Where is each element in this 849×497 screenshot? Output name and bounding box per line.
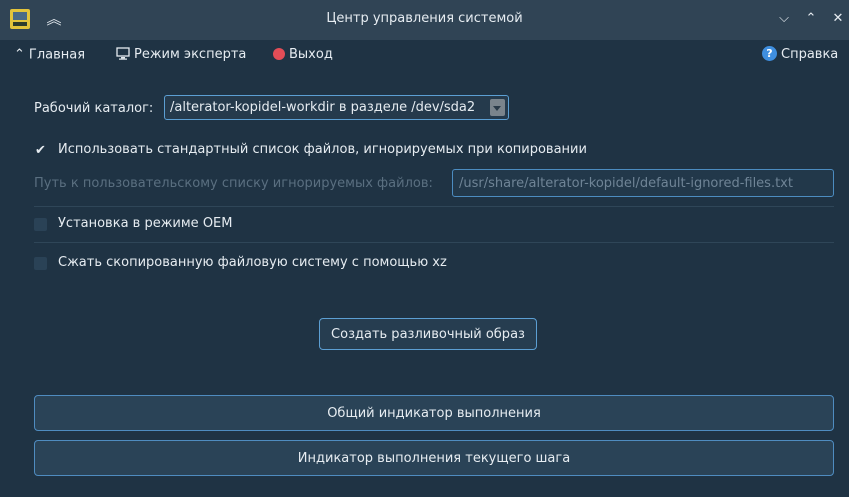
expert-mode-label: Режим эксперта — [134, 47, 247, 62]
custom-ignore-list-label: Путь к пользовательскому списку игнориру… — [34, 176, 433, 191]
total-progress-bar: Общий индикатор выполнения — [34, 395, 834, 431]
workdir-value: /alterator-kopidel-workdir в разделе /de… — [170, 100, 476, 115]
help-icon: ? — [762, 46, 777, 61]
exit-button[interactable]: Выход — [273, 46, 333, 64]
alt-linux-app-icon[interactable] — [10, 9, 30, 29]
compress-xz-checkbox[interactable] — [34, 257, 47, 270]
toolbar: ⌃ Главная Режим эксперта Выход ? Справка — [0, 40, 849, 70]
maximize-icon[interactable]: ⌃ — [803, 11, 819, 27]
oem-install-checkbox[interactable] — [34, 218, 47, 231]
home-label: Главная — [28, 47, 86, 63]
chevron-down-icon[interactable] — [490, 99, 505, 116]
chevron-up-icon: ⌃ — [14, 47, 25, 62]
create-image-button[interactable]: Создать разливочный образ — [319, 318, 537, 350]
use-standard-list-label: Использовать стандартный список файлов, … — [58, 142, 587, 157]
title-bar[interactable]: ︽ Центр управления системой ⌵ ⌃ ✕ — [0, 0, 849, 40]
keep-above-icon[interactable]: ︽ — [44, 9, 64, 29]
window-title: Центр управления системой — [326, 11, 523, 26]
control-center-window: ︽ Центр управления системой ⌵ ⌃ ✕ ⌃ Главн… — [0, 0, 849, 497]
exit-label: Выход — [289, 47, 333, 62]
workdir-label: Рабочий каталог: — [34, 101, 154, 116]
exit-icon — [273, 47, 285, 60]
oem-install-label: Установка в режиме OEM — [58, 216, 233, 231]
home-button[interactable]: ⌃ Главная — [14, 46, 85, 64]
minimize-icon[interactable]: ⌵ — [776, 11, 792, 27]
step-progress-bar: Индикатор выполнения текущего шага — [34, 440, 834, 476]
step-progress-label: Индикатор выполнения текущего шага — [297, 451, 571, 466]
help-button[interactable]: ? Справка — [762, 46, 838, 64]
close-icon[interactable]: ✕ — [830, 11, 846, 27]
divider — [34, 206, 834, 207]
total-progress-label: Общий индикатор выполнения — [327, 406, 541, 421]
compress-xz-label: Сжать скопированную файловую систему с п… — [58, 255, 447, 270]
expert-mode-button[interactable]: Режим эксперта — [116, 46, 246, 64]
custom-ignore-list-value: /usr/share/alterator-kopidel/default-ign… — [459, 176, 793, 191]
help-label: Справка — [781, 47, 839, 62]
monitor-icon — [116, 47, 130, 60]
checkmark-icon[interactable]: ✔ — [34, 144, 47, 157]
custom-ignore-list-field[interactable]: /usr/share/alterator-kopidel/default-ign… — [452, 169, 834, 197]
workdir-select[interactable]: /alterator-kopidel-workdir в разделе /de… — [164, 95, 509, 120]
divider — [34, 242, 834, 243]
